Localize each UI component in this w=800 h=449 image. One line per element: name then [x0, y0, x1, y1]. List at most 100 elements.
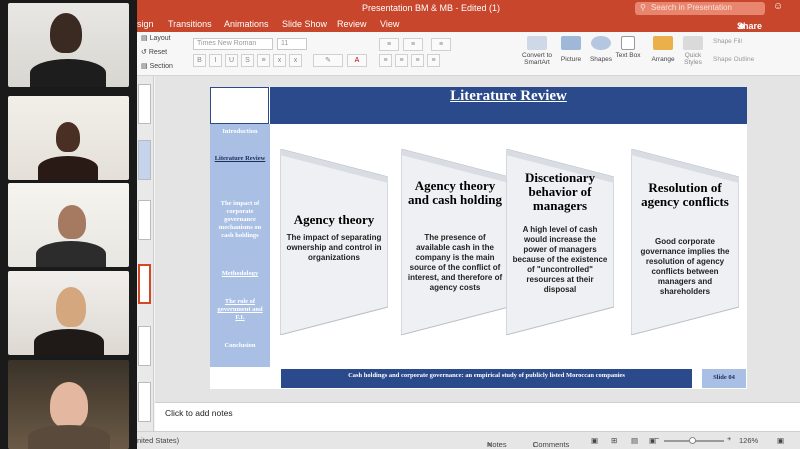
slide[interactable]: Literature Review Introduction Literatur… [210, 87, 747, 389]
participant-video-2[interactable] [8, 96, 129, 180]
bullets-button[interactable]: ≡ [379, 38, 399, 51]
tab-view[interactable]: View [380, 19, 399, 29]
status-bar: nited States) ≡ Notes □ Comments ▣ ⊞ ▤ ▣… [137, 431, 800, 449]
slide-number[interactable]: Slide 04 [702, 369, 746, 388]
participant-video-4[interactable] [8, 271, 129, 355]
tab-design[interactable]: sign [137, 19, 154, 29]
font-size-field[interactable]: 11 [277, 38, 307, 50]
zoom-in-button[interactable]: + [727, 434, 731, 443]
reset-button[interactable]: ↺ Reset [141, 48, 167, 56]
shape-fill-button[interactable]: Shape Fill [713, 38, 773, 45]
sidebar-item-conclusion[interactable]: Conclusion [212, 342, 268, 350]
reading-view-button[interactable]: ▤ [631, 436, 638, 445]
normal-view-button[interactable]: ▣ [591, 436, 598, 445]
tab-review[interactable]: Review [337, 19, 367, 29]
zoom-slider-handle[interactable] [689, 437, 696, 444]
notes-pane[interactable]: Click to add notes [155, 402, 800, 431]
slide-title[interactable]: Literature Review [270, 87, 747, 124]
slide-thumbnail[interactable] [138, 140, 151, 180]
strikethrough-button[interactable]: S [241, 54, 254, 67]
tab-transitions[interactable]: Transitions [168, 19, 212, 29]
panel-body: The presence of available cash in the co… [407, 233, 503, 292]
font-color-button[interactable]: A [347, 54, 367, 67]
participant-body [34, 329, 104, 355]
video-gallery [0, 0, 137, 449]
feedback-smiley-icon[interactable]: ☺ [773, 1, 783, 12]
slide-sidebar: Introduction Literature Review The impac… [210, 124, 270, 367]
ribbon-toolbar: ▤ Layout ↺ Reset ▤ Section Times New Rom… [137, 32, 800, 76]
text-box-icon[interactable] [621, 36, 635, 50]
layout-label: Layout [149, 35, 171, 42]
notes-toggle-label: Notes [487, 440, 507, 449]
search-input[interactable]: ⚲ Search in Presentation [635, 2, 765, 15]
align-right-button[interactable]: ≡ [411, 54, 424, 67]
slide-thumbnail[interactable] [138, 84, 151, 124]
concept-panel-resolution[interactable]: Resolution of agency conflicts Good corp… [631, 149, 739, 335]
superscript-button[interactable]: x [289, 54, 302, 67]
convert-smartart-icon[interactable] [527, 36, 547, 50]
picture-label: Picture [560, 56, 582, 63]
ribbon-tabs: sign Transitions Animations Slide Show R… [137, 17, 800, 41]
panel-body: A high level of cash would increase the … [512, 225, 608, 294]
slide-thumbnails [137, 76, 154, 431]
participant-head [50, 13, 82, 53]
underline-button[interactable]: U [225, 54, 238, 67]
participant-head [50, 382, 88, 428]
highlight-color-button[interactable]: ✎ [313, 54, 343, 67]
search-icon: ⚲ [640, 3, 646, 12]
participant-body [38, 156, 98, 180]
arrange-icon[interactable] [653, 36, 673, 50]
zoom-out-button[interactable]: − [655, 434, 659, 443]
slide-thumbnail[interactable] [138, 200, 151, 240]
quick-styles-icon[interactable] [683, 36, 703, 50]
sidebar-item-literature-review[interactable]: Literature Review [212, 155, 268, 163]
panel-body: The impact of separating ownership and c… [286, 233, 382, 262]
justify-button[interactable]: ≡ [427, 54, 440, 67]
panel-title: Discetionary behavior of managers [524, 170, 596, 213]
fit-to-window-icon[interactable]: ▣ [777, 436, 784, 445]
zoom-level[interactable]: 126% [739, 436, 758, 445]
participant-video-5[interactable] [8, 360, 129, 449]
tab-animations[interactable]: Animations [224, 19, 269, 29]
comments-toggle-label: Comments [533, 440, 570, 449]
shape-outline-button[interactable]: Shape Outline [713, 56, 783, 63]
screen: Presentation BM & MB - Edited (1) ⚲ Sear… [0, 0, 800, 449]
concept-panel-discretionary[interactable]: Discetionary behavior of managers A high… [506, 149, 614, 335]
bold-button[interactable]: B [193, 54, 206, 67]
panel-title: Agency theory and cash holding [408, 178, 502, 207]
participant-video-1[interactable] [8, 3, 129, 87]
share-label: Share [737, 21, 763, 31]
participant-body [28, 425, 110, 449]
italic-button[interactable]: I [209, 54, 222, 67]
sidebar-item-government[interactable]: The role of government and F.I. [212, 298, 268, 322]
shapes-icon[interactable] [591, 36, 611, 50]
concept-panel-agency-theory[interactable]: Agency theory The impact of separating o… [280, 149, 388, 335]
sidebar-item-introduction[interactable]: Introduction [212, 128, 268, 136]
slide-sorter-button[interactable]: ⊞ [611, 436, 617, 445]
powerpoint-window: Presentation BM & MB - Edited (1) ⚲ Sear… [137, 0, 800, 449]
sidebar-item-impact[interactable]: The impact of corporate governance mecha… [212, 200, 268, 240]
picture-icon[interactable] [561, 36, 581, 50]
shadow-button[interactable]: ≡ [257, 54, 270, 67]
slide-thumbnail[interactable] [138, 382, 151, 422]
reset-label: Reset [148, 49, 168, 56]
sidebar-item-methodology[interactable]: Methodology [212, 270, 268, 278]
tab-slide-show[interactable]: Slide Show [282, 19, 327, 29]
participant-video-3[interactable] [8, 183, 129, 267]
align-left-button[interactable]: ≡ [379, 54, 392, 67]
slide-thumbnail[interactable] [138, 326, 151, 366]
indent-button[interactable]: ≡ [431, 38, 451, 51]
document-title: Presentation BM & MB - Edited (1) [362, 3, 501, 13]
section-button[interactable]: ▤ Section [141, 62, 173, 70]
slide-footer[interactable]: Cash holdings and corporate governance: … [281, 369, 692, 388]
subscript-button[interactable]: x [273, 54, 286, 67]
numbering-button[interactable]: ≡ [403, 38, 423, 51]
language-indicator[interactable]: nited States) [137, 436, 179, 445]
layout-button[interactable]: ▤ Layout [141, 34, 171, 42]
participant-body [30, 59, 106, 87]
font-name-field[interactable]: Times New Roman [193, 38, 273, 50]
slide-thumbnail-selected[interactable] [138, 264, 151, 304]
section-label: Section [149, 63, 173, 70]
align-center-button[interactable]: ≡ [395, 54, 408, 67]
concept-panel-agency-cash[interactable]: Agency theory and cash holding The prese… [401, 149, 509, 335]
